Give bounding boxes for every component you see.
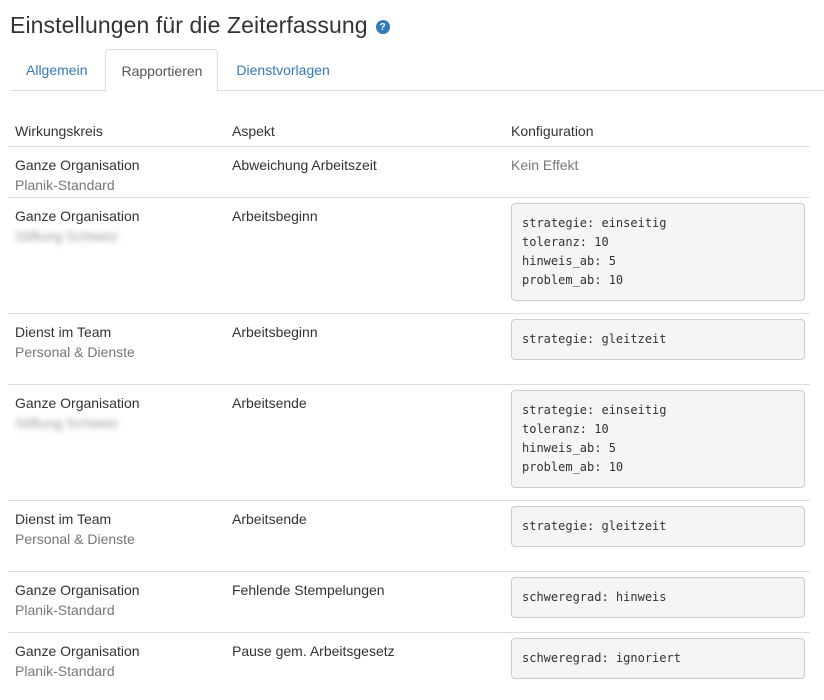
scope-subtitle: Stiftung Schweiz [15, 415, 119, 431]
aspect-name: Arbeitsbeginn [232, 324, 318, 340]
aspect-cell: Fehlende Stempelungen [225, 572, 505, 600]
config-cell: Kein Effekt [505, 147, 810, 175]
table-row: Ganze Organisation Stiftung Schweiz Arbe… [8, 198, 810, 314]
scope-subtitle: Stiftung Schweiz [15, 228, 119, 244]
table-header: Wirkungskreis Aspekt Konfiguration [8, 116, 810, 147]
header-wirkungskreis: Wirkungskreis [15, 123, 103, 139]
scope-subtitle: Planik-Standard [15, 177, 115, 193]
aspect-name: Fehlende Stempelungen [232, 582, 385, 598]
tab-rapportieren[interactable]: Rapportieren [105, 49, 219, 92]
scope-name: Dienst im Team [15, 511, 112, 527]
config-code-block: strategie: gleitzeit [511, 319, 805, 360]
table-row: Ganze Organisation Planik-Standard Fehle… [8, 572, 810, 633]
config-code-block: strategie: gleitzeit [511, 506, 805, 547]
aspect-cell: Abweichung Arbeitszeit [225, 147, 505, 175]
config-cell: strategie: einseitig toleranz: 10 hinwei… [505, 385, 810, 488]
header-konfiguration: Konfiguration [511, 123, 594, 139]
config-code-block: schweregrad: hinweis [511, 577, 805, 618]
scope-name: Ganze Organisation [15, 157, 140, 173]
config-code-block: strategie: einseitig toleranz: 10 hinwei… [511, 203, 805, 301]
scope-name: Dienst im Team [15, 324, 112, 340]
help-icon[interactable]: ? [375, 20, 390, 34]
scope-subtitle: Planik-Standard [15, 602, 115, 618]
scope-cell: Ganze Organisation Planik-Standard [8, 147, 225, 195]
scope-subtitle: Personal & Dienste [15, 344, 135, 360]
tab-bar: Allgemein Rapportieren Dienstvorlagen [10, 49, 824, 92]
aspect-name: Arbeitsende [232, 511, 307, 527]
scope-subtitle: Personal & Dienste [15, 531, 135, 547]
scope-cell: Ganze Organisation Planik-Standard [8, 572, 225, 620]
scope-name: Ganze Organisation [15, 395, 140, 411]
scope-cell: Ganze Organisation Stiftung Schweiz [8, 198, 225, 246]
scope-name: Ganze Organisation [15, 582, 140, 598]
config-cell: schweregrad: hinweis [505, 572, 810, 618]
table-row: Ganze Organisation Planik-Standard Pause… [8, 633, 810, 693]
tab-dienstvorlagen[interactable]: Dienstvorlagen [220, 49, 345, 91]
aspect-cell: Arbeitsbeginn [225, 198, 505, 226]
settings-table: Wirkungskreis Aspekt Konfiguration Ganze… [8, 116, 810, 693]
aspect-name: Pause gem. Arbeitsgesetz [232, 643, 395, 659]
scope-subtitle: Planik-Standard [15, 663, 115, 679]
aspect-cell: Pause gem. Arbeitsgesetz [225, 633, 505, 661]
config-cell: strategie: einseitig toleranz: 10 hinwei… [505, 198, 810, 301]
page-title: Einstellungen für die Zeiterfassung [10, 12, 368, 38]
header-aspekt: Aspekt [232, 123, 275, 139]
table-row: Dienst im Team Personal & Dienste Arbeit… [8, 314, 810, 385]
scope-cell: Ganze Organisation Planik-Standard [8, 633, 225, 681]
scope-cell: Dienst im Team Personal & Dienste [8, 501, 225, 549]
table-row: Ganze Organisation Planik-Standard Abwei… [8, 147, 810, 198]
config-cell: strategie: gleitzeit [505, 314, 810, 360]
scope-name: Ganze Organisation [15, 208, 140, 224]
config-cell: schweregrad: ignoriert [505, 633, 810, 679]
config-value: Kein Effekt [511, 157, 579, 173]
table-row: Ganze Organisation Stiftung Schweiz Arbe… [8, 385, 810, 501]
aspect-cell: Arbeitsende [225, 501, 505, 529]
scope-name: Ganze Organisation [15, 643, 140, 659]
table-row: Dienst im Team Personal & Dienste Arbeit… [8, 501, 810, 572]
scope-cell: Dienst im Team Personal & Dienste [8, 314, 225, 362]
aspect-name: Arbeitsende [232, 395, 307, 411]
scope-cell: Ganze Organisation Stiftung Schweiz [8, 385, 225, 433]
aspect-cell: Arbeitsende [225, 385, 505, 413]
tab-allgemein[interactable]: Allgemein [10, 49, 103, 91]
config-cell: strategie: gleitzeit [505, 501, 810, 547]
aspect-name: Abweichung Arbeitszeit [232, 157, 377, 173]
aspect-name: Arbeitsbeginn [232, 208, 318, 224]
config-code-block: schweregrad: ignoriert [511, 638, 805, 679]
aspect-cell: Arbeitsbeginn [225, 314, 505, 342]
config-code-block: strategie: einseitig toleranz: 10 hinwei… [511, 390, 805, 488]
title-row: Einstellungen für die Zeiterfassung ? [10, 12, 390, 39]
